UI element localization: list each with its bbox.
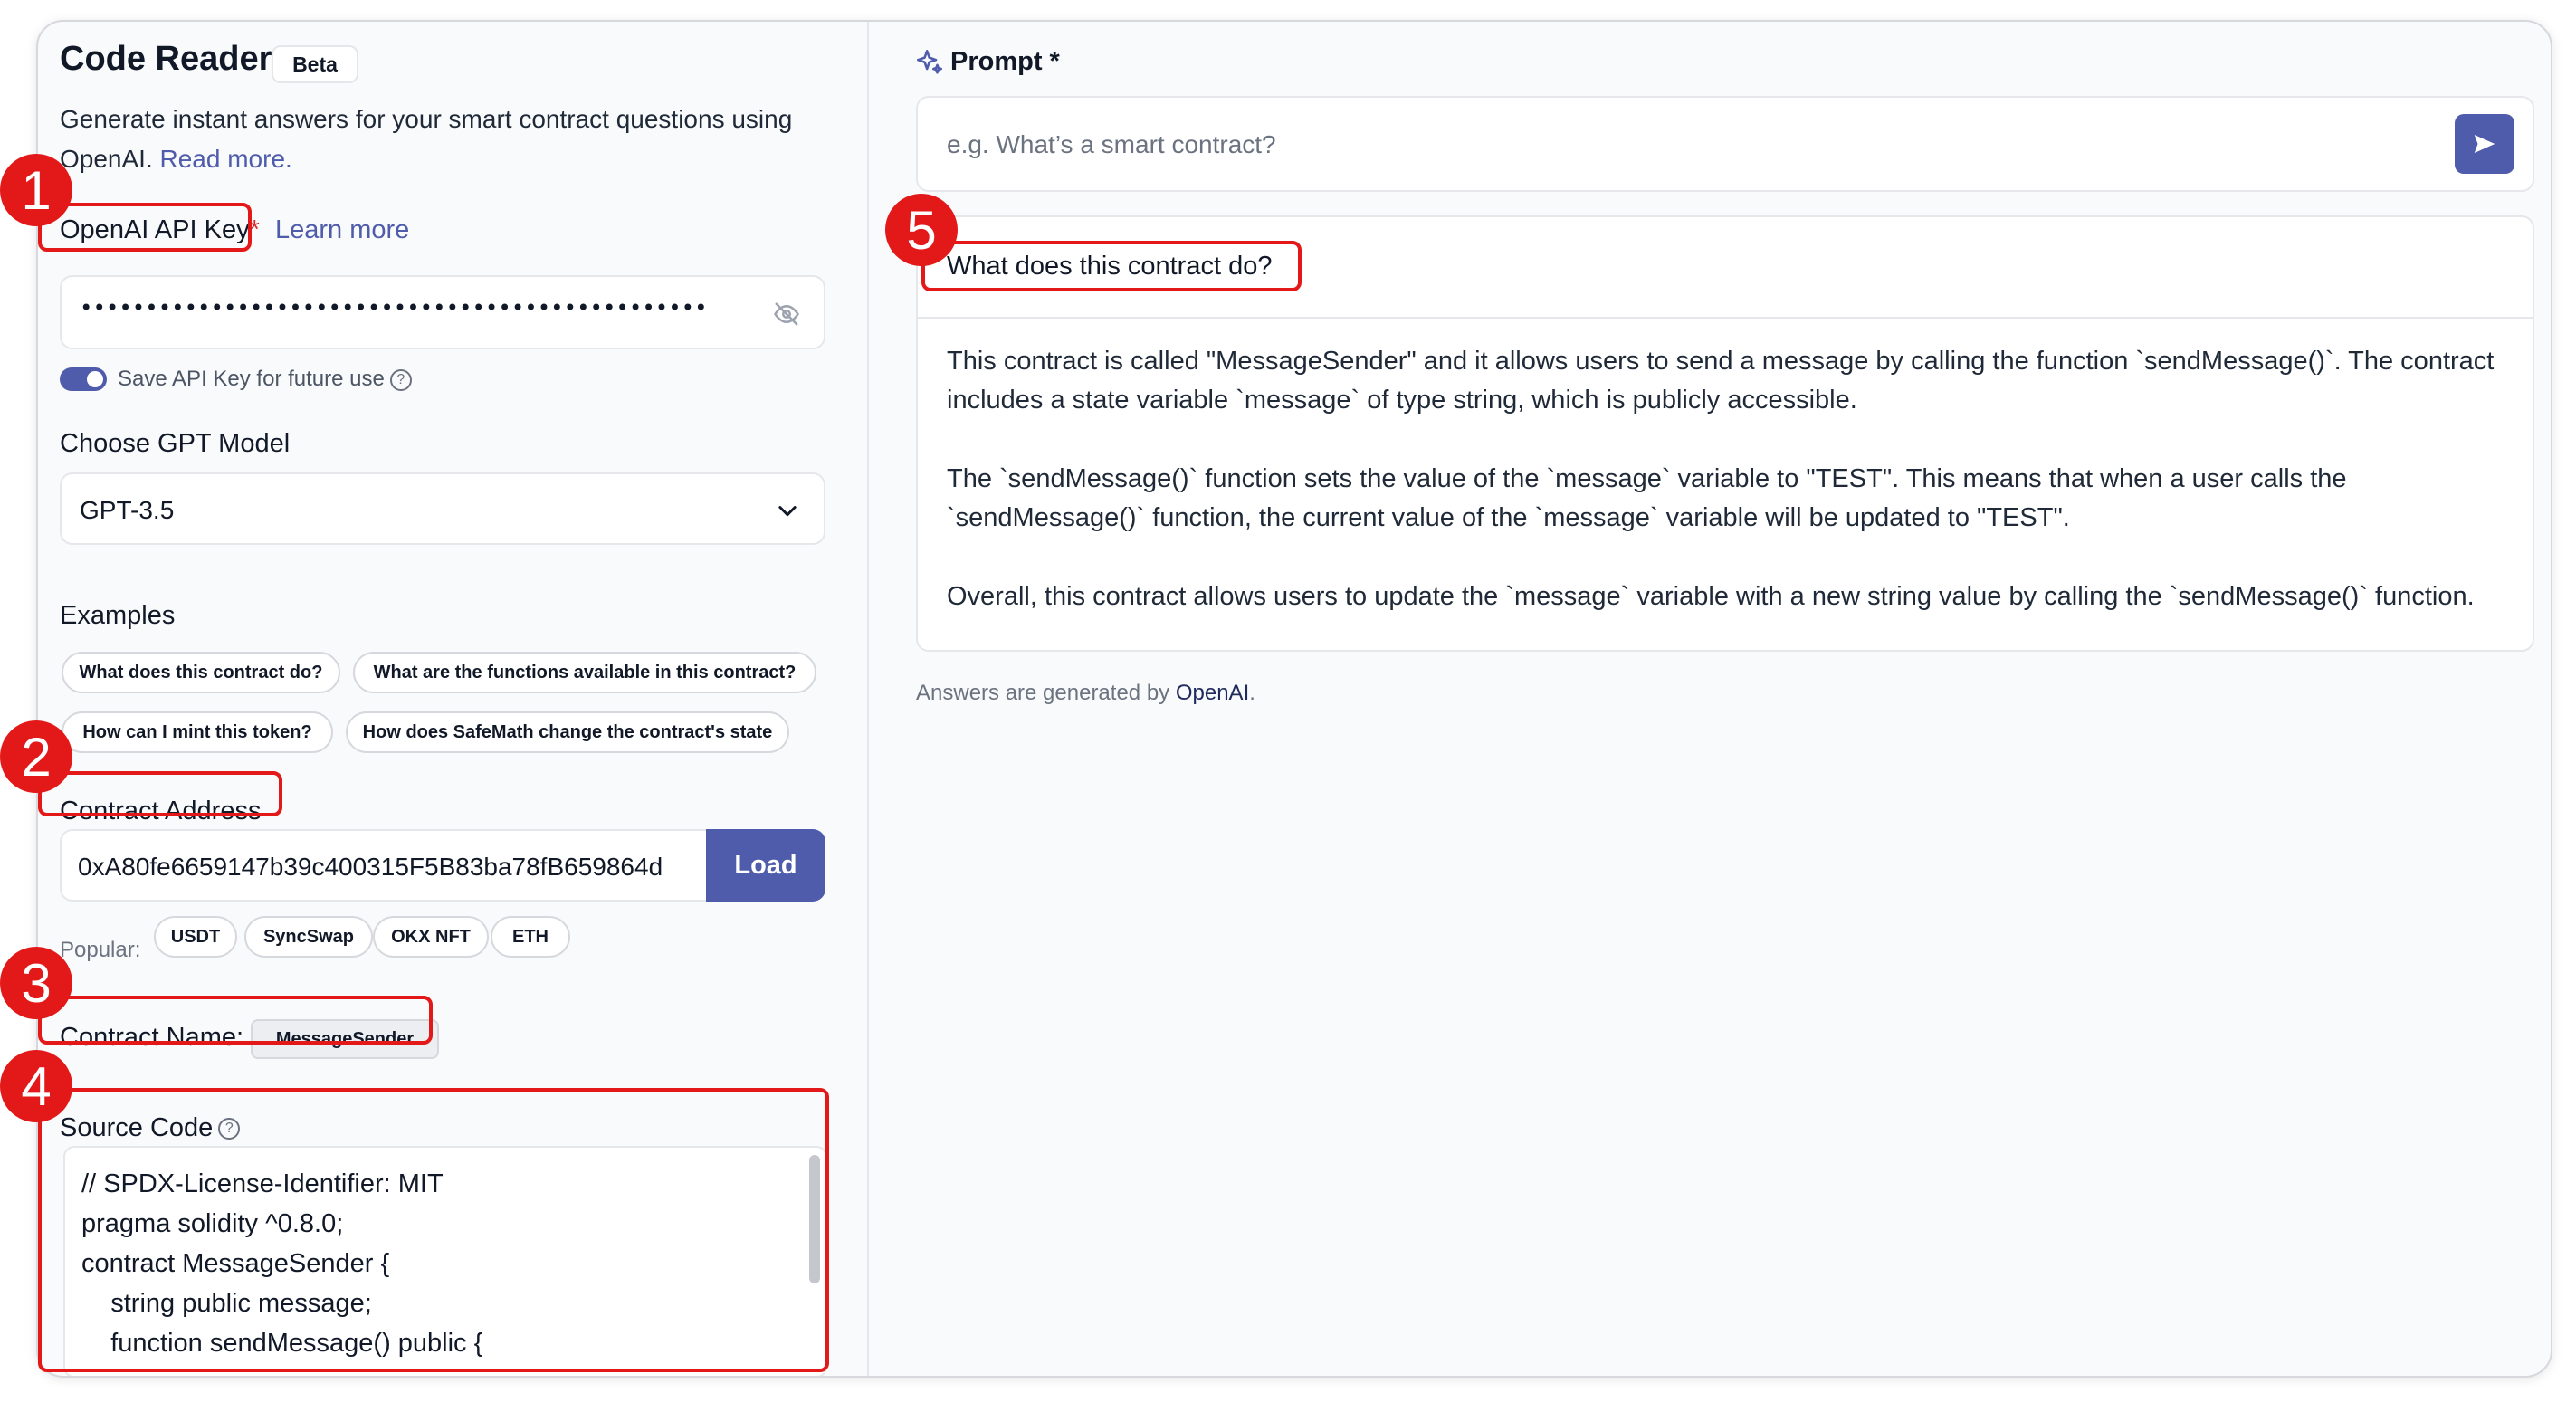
sparkle-icon: [916, 49, 943, 74]
openai-link[interactable]: OpenAI: [1176, 681, 1249, 705]
prompt-label: Prompt *: [950, 47, 1060, 76]
answer-divider: [918, 317, 2533, 319]
send-icon: [2474, 135, 2495, 153]
learn-more-link[interactable]: Learn more: [275, 215, 409, 245]
answer-body: This contract is called "MessageSender" …: [947, 342, 2513, 656]
example-chip[interactable]: What does this contract do?: [62, 652, 340, 693]
footer-end: .: [1249, 681, 1255, 705]
eye-off-icon[interactable]: [773, 301, 800, 328]
annotation-box-api-key: [38, 203, 252, 252]
model-value: GPT-3.5: [80, 496, 175, 524]
contract-address-input[interactable]: 0xA80fe6659147b39c400315F5B83ba78fB65986…: [60, 829, 710, 902]
popular-chip-okx-nft[interactable]: OKX NFT: [373, 916, 489, 958]
annotation-box-question: [921, 241, 1302, 291]
chevron-down-icon: [778, 506, 797, 517]
api-key-input[interactable]: ••••••••••••••••••••••••••••••••••••••••…: [60, 275, 825, 349]
examples-label: Examples: [60, 601, 176, 630]
annotation-number: 2: [0, 720, 72, 793]
send-button[interactable]: [2455, 114, 2514, 174]
popular-chip-eth[interactable]: ETH: [491, 916, 570, 958]
footer-text: Answers are generated by: [916, 681, 1170, 705]
load-button[interactable]: Load: [706, 829, 825, 902]
popular-chip-usdt[interactable]: USDT: [154, 916, 237, 958]
annotation-box-contract-name: [38, 996, 433, 1045]
annotation-box-source-code: [38, 1088, 829, 1372]
api-key-value: ••••••••••••••••••••••••••••••••••••••••…: [80, 295, 708, 320]
beta-badge: Beta: [272, 45, 358, 83]
model-select[interactable]: GPT-3.5: [60, 472, 825, 545]
answer-paragraph: This contract is called "MessageSender" …: [947, 347, 2495, 415]
annotation-number: 3: [0, 947, 72, 1019]
help-icon[interactable]: ?: [389, 368, 412, 391]
answer-paragraph: The `sendMessage()` function sets the va…: [947, 464, 2347, 532]
prompt-input[interactable]: e.g. What’s a smart contract?: [916, 96, 2534, 192]
example-chip[interactable]: How does SafeMath change the contract's …: [346, 711, 789, 753]
answers-footer: Answers are generated by OpenAI.: [916, 681, 1255, 706]
popular-label: Popular:: [60, 938, 141, 962]
annotation-box-contract-address: [38, 771, 282, 816]
annotation-number: 1: [0, 154, 72, 226]
example-chip[interactable]: What are the functions available in this…: [353, 652, 816, 693]
popular-chip-syncswap[interactable]: SyncSwap: [244, 916, 373, 958]
toggle-knob: [87, 371, 103, 387]
save-key-text: Save API Key for future use: [118, 367, 385, 391]
panel-divider: [867, 22, 869, 1376]
save-key-label: Save API Key for future use?: [118, 367, 412, 392]
prompt-placeholder: e.g. What’s a smart contract?: [947, 130, 1276, 158]
intro-text: Generate instant answers for your smart …: [60, 100, 838, 179]
answer-paragraph: Overall, this contract allows users to u…: [947, 582, 2475, 611]
example-chip[interactable]: How can I mint this token?: [62, 711, 333, 753]
read-more-link[interactable]: Read more.: [160, 145, 292, 173]
contract-address-value: 0xA80fe6659147b39c400315F5B83ba78fB65986…: [78, 853, 663, 881]
save-key-toggle[interactable]: [60, 367, 107, 391]
model-label: Choose GPT Model: [60, 429, 291, 458]
annotation-number: 5: [885, 194, 958, 266]
page-title: Code Reader: [60, 40, 272, 78]
annotation-number: 4: [0, 1050, 72, 1122]
